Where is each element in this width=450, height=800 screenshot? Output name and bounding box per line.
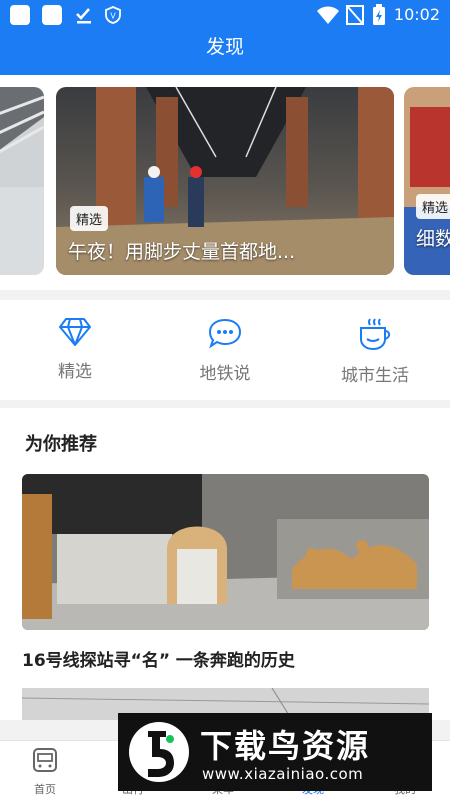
recommend-section: 为你推荐 16号线探站寻“名” 一条奔跑的历史 bbox=[0, 408, 450, 720]
home-icon bbox=[33, 748, 57, 772]
carousel-slide-next[interactable]: 精选 细数 bbox=[404, 87, 450, 275]
svg-text:V: V bbox=[110, 12, 116, 21]
slide-caption: 细数 bbox=[416, 228, 450, 250]
notification-icon bbox=[42, 5, 62, 25]
category-label: 精选 bbox=[58, 362, 92, 382]
wifi-icon bbox=[317, 6, 339, 24]
carousel-slide-prev[interactable] bbox=[0, 87, 44, 275]
article-image[interactable] bbox=[22, 474, 429, 630]
notification-icon bbox=[10, 5, 30, 25]
category-label: 地铁说 bbox=[199, 364, 251, 384]
watermark-url: www.xiazainiao.com bbox=[202, 765, 364, 783]
category-metro-talk[interactable]: 地铁说 bbox=[170, 317, 280, 384]
chat-bubble-icon bbox=[208, 318, 242, 349]
status-time: 10:02 bbox=[393, 5, 440, 24]
slide-caption: 午夜！用脚步丈量首都地... bbox=[68, 241, 296, 263]
category-bar: 精选 地铁说 城市生活 bbox=[0, 300, 450, 400]
article-title[interactable]: 16号线探站寻“名” 一条奔跑的历史 bbox=[22, 646, 295, 671]
category-featured[interactable]: 精选 bbox=[20, 317, 130, 382]
watermark-banner: 下载鸟资源 www.xiazainiao.com bbox=[118, 713, 432, 791]
watermark-text: 下载鸟资源 bbox=[200, 727, 371, 765]
slide-tag: 精选 bbox=[70, 206, 109, 231]
category-city-life[interactable]: 城市生活 bbox=[320, 317, 430, 386]
page-title: 发现 bbox=[205, 36, 244, 58]
carousel-slide-main[interactable]: 精选 午夜！用脚步丈量首都地... bbox=[56, 87, 394, 275]
slide-tag: 精选 bbox=[416, 194, 450, 219]
slide-image bbox=[0, 87, 44, 275]
category-label: 城市生活 bbox=[341, 366, 409, 386]
nav-label: 首页 bbox=[34, 783, 56, 796]
nav-home[interactable]: 首页 bbox=[10, 747, 80, 797]
section-title: 为你推荐 bbox=[25, 434, 97, 455]
battery-charging-icon bbox=[373, 4, 385, 25]
diamond-icon bbox=[59, 318, 91, 346]
no-signal-icon bbox=[346, 5, 364, 25]
coffee-cup-icon bbox=[360, 318, 391, 351]
status-bar: V 10:02 bbox=[0, 0, 450, 30]
page-header: 发现 bbox=[0, 30, 450, 75]
shield-icon: V bbox=[105, 6, 121, 24]
download-done-icon bbox=[76, 8, 91, 24]
bird-logo-icon bbox=[129, 722, 189, 782]
banner-carousel[interactable]: 精选 午夜！用脚步丈量首都地... 精选 细数 bbox=[0, 75, 450, 290]
